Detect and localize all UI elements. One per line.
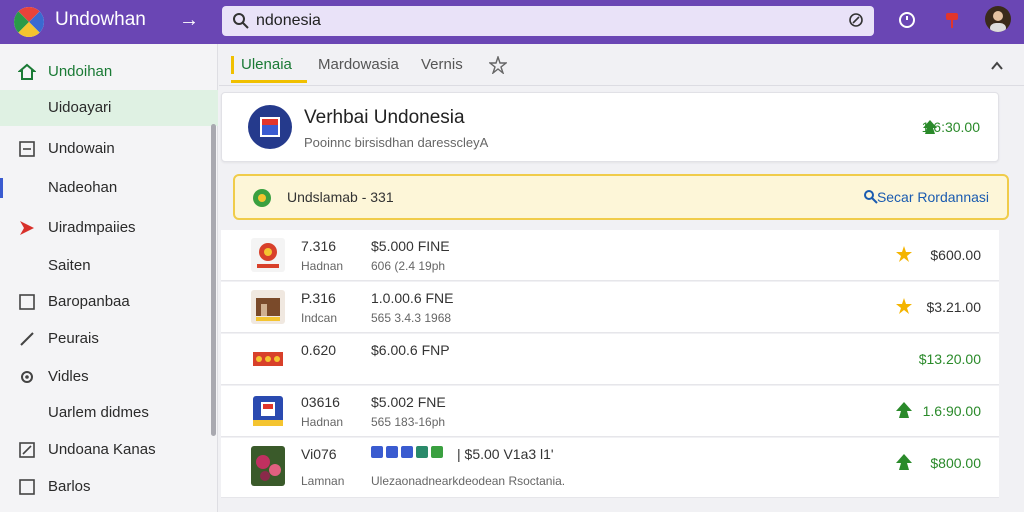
- row-price: $13.20.00: [918, 351, 981, 367]
- selection-indicator: [0, 178, 3, 198]
- row-label: Lamnan: [301, 474, 345, 488]
- list-item[interactable]: 7.316 Hadnan $5.000 FINE 606 (2.4 19ph $…: [221, 230, 999, 281]
- sidebar-item-baropanbaa[interactable]: Baropanbaa: [0, 284, 218, 320]
- main-content: Ulenaia Mardowasia Vernis Verhbai Undone…: [219, 44, 1024, 512]
- row-detail: 606 (2.4 19ph: [371, 259, 446, 273]
- search-icon: [233, 13, 249, 29]
- pin-icon[interactable]: [941, 9, 963, 31]
- tab-ulenaia[interactable]: Ulenaia: [241, 56, 292, 73]
- list-item[interactable]: 0.620 $6.00.6 FNP $13.20.00: [221, 334, 999, 385]
- row-label: Hadnan: [301, 415, 344, 429]
- star-outline-icon[interactable]: [489, 56, 507, 74]
- app-logo[interactable]: [14, 7, 44, 37]
- chevron-up-icon[interactable]: [989, 58, 1005, 74]
- tree-icon: [896, 402, 912, 418]
- sidebar-item-undowain[interactable]: Undowain: [0, 131, 218, 167]
- list-item[interactable]: P.316 Indcan 1.0.00.6 FNE 565 3.4.3 1968…: [221, 282, 999, 333]
- badge-icon: [253, 189, 271, 207]
- star-icon: [896, 246, 912, 262]
- search-query: ndonesia: [256, 12, 321, 29]
- row-price: $800.00: [930, 455, 981, 471]
- product-thumbnail: [251, 238, 285, 272]
- search-input[interactable]: ndonesia: [222, 6, 874, 36]
- active-tab-marker: [231, 56, 234, 74]
- row-code: Vi076: [301, 446, 337, 462]
- row-price: 1.6:90.00: [922, 403, 981, 419]
- sidebar-item-barlos[interactable]: Barlos: [0, 469, 218, 505]
- sidebar-item-undoana-kanas[interactable]: Undoana Kanas: [0, 432, 218, 468]
- row-amount: 1.0.00.6 FNE: [371, 290, 454, 306]
- clock-icon[interactable]: [896, 9, 918, 31]
- row-amount: $5.002 FNE: [371, 394, 446, 410]
- rating-dot: [386, 446, 398, 458]
- list-item[interactable]: 03616 Hadnan $5.002 FNE 565 183-16ph 1.6…: [221, 386, 999, 437]
- gear-icon: [21, 371, 33, 383]
- row-detail: 565 3.4.3 1968: [371, 311, 452, 325]
- row-price: $3.21.00: [926, 299, 982, 315]
- edit-square-icon: [19, 442, 35, 458]
- row-detail: Ulezaonadnearkdeodean Rsoctania.: [371, 474, 566, 488]
- clear-search-icon[interactable]: [848, 12, 864, 28]
- banner-text: Undslamab - 331: [287, 189, 394, 205]
- red-arrow-icon: [20, 221, 34, 235]
- sidebar-item-uidoayari[interactable]: Uidoayari: [0, 90, 218, 126]
- square-minus-icon: [19, 141, 35, 157]
- rating-dot: [401, 446, 413, 458]
- sidebar-item-uiradmpaiies[interactable]: Uiradmpaiies: [0, 210, 218, 246]
- tab-vernis[interactable]: Vernis: [421, 56, 463, 73]
- star-icon: [896, 298, 912, 314]
- row-code: 03616: [301, 394, 340, 410]
- row-code: 7.316: [301, 238, 337, 254]
- sidebar-scrollbar[interactable]: [211, 124, 216, 436]
- row-price: $600.00: [930, 247, 981, 263]
- row-label: Hadnan: [301, 259, 344, 273]
- row-amount: $5.000 FINE: [371, 238, 450, 254]
- row-code: 0.620: [301, 342, 337, 358]
- row-detail: 565 183-16ph: [371, 415, 446, 429]
- checkbox-icon: [19, 294, 35, 310]
- checkbox-icon: [19, 479, 35, 495]
- active-tab-underline: [231, 80, 307, 83]
- featured-card[interactable]: Verhbai Undonesia Pooinnc birsisdhan dar…: [221, 92, 999, 162]
- row-code: P.316: [301, 290, 336, 306]
- tab-bar: Ulenaia Mardowasia Vernis: [219, 44, 1024, 86]
- house-plus-icon: [18, 63, 36, 80]
- banner-action-link[interactable]: Secar Rordannasi: [877, 189, 989, 205]
- tab-mardowasia[interactable]: Mardowasia: [318, 56, 399, 73]
- rating-dots: [371, 445, 446, 463]
- pencil-icon: [20, 332, 34, 346]
- app-title: Undowhan: [55, 9, 146, 30]
- rating-dot: [416, 446, 428, 458]
- product-thumbnail: [253, 396, 283, 426]
- sidebar-item-undoihan[interactable]: Undoihan: [0, 54, 218, 90]
- notice-banner: Undslamab - 331 Secar Rordannasi: [233, 174, 1009, 220]
- top-bar: Undowhan → ndonesia: [0, 0, 1024, 44]
- arrow-right-icon[interactable]: →: [178, 9, 200, 31]
- featured-price: 1.6:30.00: [921, 119, 980, 135]
- sidebar-item-nadeohan[interactable]: Nadeohan: [0, 170, 218, 206]
- row-amount: $6.00.6 FNP: [371, 342, 450, 358]
- product-thumbnail: [251, 446, 285, 486]
- sidebar: Undoihan Uidoayari Undowain Nadeohan Uir…: [0, 44, 218, 512]
- flag-emblem-icon: [248, 105, 292, 149]
- product-thumbnail: [253, 352, 283, 366]
- featured-subtitle: Pooinnc birsisdhan daresscleyA: [304, 135, 489, 150]
- sidebar-item-uarlem-didmes[interactable]: Uarlem didmes: [0, 395, 218, 431]
- sidebar-item-vidles[interactable]: Vidles: [0, 359, 218, 395]
- avatar[interactable]: [985, 6, 1011, 32]
- sidebar-item-peurais[interactable]: Peurais: [0, 321, 218, 357]
- tree-icon: [896, 454, 912, 470]
- rating-dot: [371, 446, 383, 458]
- list-item[interactable]: Vi076 Lamnan | $5.00 V1a3 l1' Ulezaonadn…: [221, 438, 999, 498]
- row-label: Indcan: [301, 311, 338, 325]
- product-thumbnail: [251, 290, 285, 324]
- rating-dot: [431, 446, 443, 458]
- row-amount: | $5.00 V1a3 l1': [457, 446, 554, 462]
- featured-title: Verhbai Undonesia: [304, 107, 465, 128]
- sidebar-item-saiten[interactable]: Saiten: [0, 248, 218, 284]
